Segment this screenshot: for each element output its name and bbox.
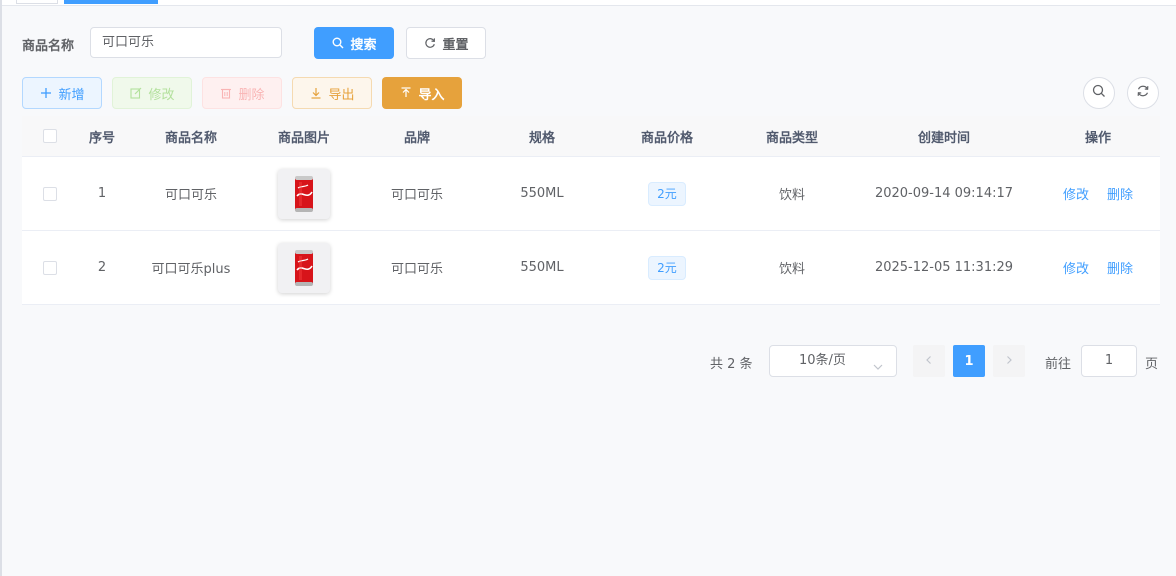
price-tag: 2元 [648,181,686,206]
header-type: 商品类型 [765,130,818,146]
next-page-button[interactable] [993,345,1025,377]
row-index: 2 [97,260,107,275]
add-button[interactable]: 新增 [22,77,102,109]
row-created: 2020-09-14 09:14:17 [874,186,1014,201]
refresh-icon [423,37,436,50]
table-row: 1 可口可乐 可口可乐 550ML 2元 饮料 2020-09-14 09:14… [22,157,1160,231]
upload-icon [399,87,412,100]
top-tab-bar [0,0,1176,6]
row-ops: 修改 删除 [1036,157,1160,230]
row-select-cell [22,157,78,230]
row-type: 饮料 [778,262,805,277]
product-name-label: 商品名称 [22,39,75,54]
select-all-cell [22,116,78,156]
row-type: 饮料 [778,188,805,203]
row-image-cell [256,231,352,304]
toggle-search-button[interactable] [1083,77,1115,109]
import-button[interactable]: 导入 [382,77,462,109]
row-created: 2025-12-05 11:31:29 [874,260,1014,275]
search-button-label: 搜索 [350,37,377,53]
reset-button[interactable]: 重置 [406,27,486,59]
row-checkbox[interactable] [43,260,57,275]
table-header: 序号 商品名称 商品图片 品牌 规格 商品价格 商品类型 创建时间 操作 [22,116,1160,157]
total-count: 共 2 条 [710,357,753,372]
edit-button[interactable]: 修改 [112,77,192,109]
product-thumbnail[interactable] [278,242,330,293]
header-price: 商品价格 [640,130,693,146]
header-index: 序号 [88,130,115,146]
goto-label: 前往 [1045,357,1072,372]
header-spec: 规格 [528,130,555,146]
cola-can-image [295,249,313,286]
search-button[interactable]: 搜索 [314,27,394,59]
delete-button[interactable]: 删除 [202,77,282,109]
reset-button-label: 重置 [442,37,469,53]
product-name-input[interactable]: 可口可乐 [90,27,282,58]
left-border [0,0,2,576]
header-created: 创建时间 [917,130,970,146]
plus-icon [39,87,52,100]
refresh-button[interactable] [1127,77,1159,109]
search-icon [1092,84,1106,102]
header-brand: 品牌 [403,130,430,146]
tab-active[interactable] [64,0,158,4]
search-icon [331,37,344,50]
refresh-icon [1136,84,1150,102]
row-edit-link[interactable]: 修改 [1063,184,1089,203]
chevron-left-icon [924,354,934,369]
row-brand: 可口可乐 [390,262,443,277]
row-image-cell [256,157,352,230]
export-button[interactable]: 导出 [292,77,372,109]
row-name: 可口可乐 [164,188,217,203]
edit-button-label: 修改 [148,87,175,103]
edit-icon [129,87,142,100]
row-price-cell: 2元 [602,157,732,230]
goto-page-input[interactable]: 1 [1081,345,1137,377]
row-spec: 550ML [520,186,564,201]
row-name: 可口可乐plus [151,262,231,277]
tab-home[interactable] [16,0,58,4]
row-select-cell [22,231,78,304]
delete-button-label: 删除 [238,87,265,103]
page-suffix: 页 [1145,357,1159,372]
header-image: 商品图片 [277,130,330,146]
add-button-label: 新增 [58,87,85,103]
page-number-current[interactable]: 1 [953,345,985,377]
row-spec: 550ML [520,260,564,275]
chevron-down-icon [872,355,884,385]
download-icon [309,87,322,100]
trash-icon [219,87,232,100]
row-ops: 修改 删除 [1036,231,1160,304]
row-checkbox[interactable] [43,186,57,201]
table-row: 2 可口可乐plus 可口可乐 550ML 2元 饮料 2025-12-05 1… [22,231,1160,305]
select-all-checkbox[interactable] [43,129,57,143]
chevron-right-icon [1004,354,1014,369]
row-delete-link[interactable]: 删除 [1107,258,1133,277]
cola-can-image [295,175,313,212]
page-size-select[interactable]: 10条/页 [769,345,897,377]
page-size-value: 10条/页 [799,353,846,368]
header-name: 商品名称 [164,130,217,146]
pagination: 共 2 条 10条/页 1 前往 1 页 [0,345,1176,377]
row-index: 1 [97,186,107,201]
row-edit-link[interactable]: 修改 [1063,258,1089,277]
product-thumbnail[interactable] [278,168,330,219]
row-brand: 可口可乐 [390,188,443,203]
header-ops: 操作 [1084,130,1111,146]
import-button-label: 导入 [418,87,445,103]
price-tag: 2元 [648,255,686,280]
row-delete-link[interactable]: 删除 [1107,184,1133,203]
export-button-label: 导出 [328,87,355,103]
prev-page-button[interactable] [913,345,945,377]
product-table: 序号 商品名称 商品图片 品牌 规格 商品价格 商品类型 创建时间 操作 1 可… [22,116,1160,305]
row-price-cell: 2元 [602,231,732,304]
